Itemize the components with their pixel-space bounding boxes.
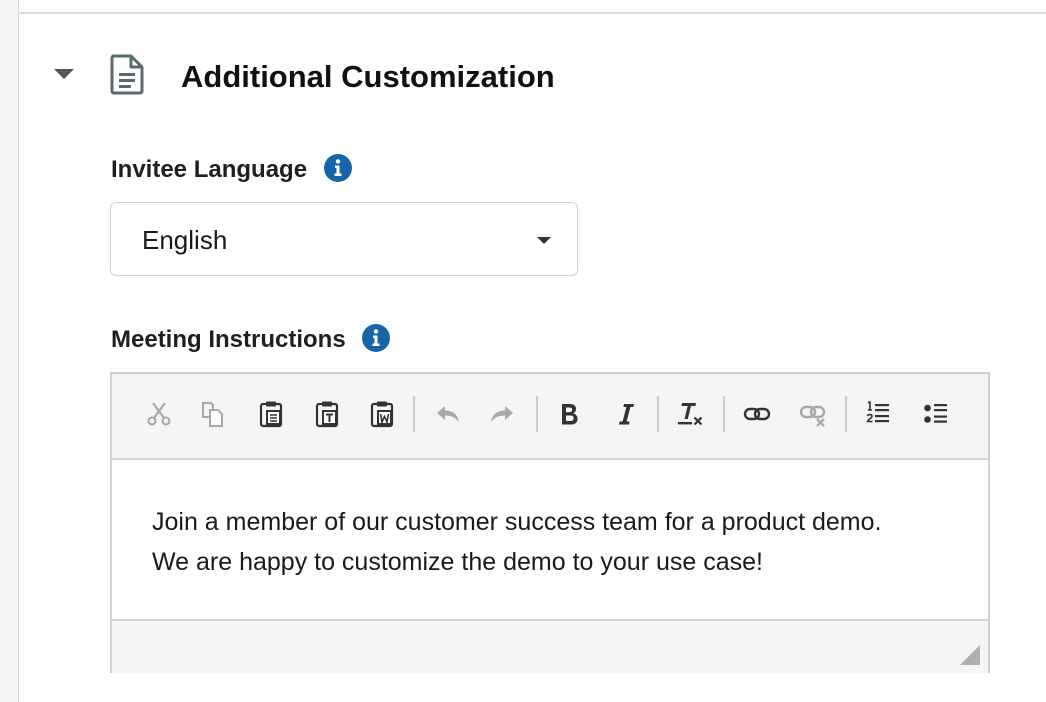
editor-toolbar <box>112 374 988 460</box>
bold-icon <box>562 404 578 425</box>
info-icon[interactable] <box>362 324 390 352</box>
toolbar-separator <box>657 396 659 432</box>
redo-button[interactable] <box>484 396 520 432</box>
resize-handle[interactable] <box>960 645 980 665</box>
toolbar-separator <box>845 396 847 432</box>
scissors-icon <box>147 402 171 426</box>
redo-icon <box>491 406 513 422</box>
copy-icon <box>202 402 223 427</box>
paste-word-button[interactable] <box>364 396 400 432</box>
bold-button[interactable] <box>551 396 587 432</box>
cut-button[interactable] <box>141 396 177 432</box>
copy-button[interactable] <box>194 396 230 432</box>
undo-button[interactable] <box>430 396 466 432</box>
content-line: We are happy to customize the demo to yo… <box>152 548 763 576</box>
editor-content[interactable]: Join a member of our customer success te… <box>152 502 952 582</box>
italic-button[interactable] <box>608 396 644 432</box>
paste-button[interactable] <box>253 396 289 432</box>
meeting-instructions-label: Meeting Instructions <box>111 326 346 353</box>
remove-format-icon <box>678 403 703 426</box>
toolbar-separator <box>723 396 725 432</box>
paste-text-button[interactable] <box>309 396 345 432</box>
collapse-toggle[interactable] <box>53 68 75 80</box>
document-icon <box>110 54 144 95</box>
numbered-list-icon <box>866 400 889 423</box>
section-divider <box>18 12 1046 14</box>
editor-statusbar <box>112 619 988 673</box>
rich-text-editor[interactable]: Join a member of our customer success te… <box>110 372 990 673</box>
unlink-icon <box>799 405 826 427</box>
italic-icon <box>619 404 634 425</box>
paste-word-icon <box>370 401 394 428</box>
toolbar-separator <box>413 396 415 432</box>
invitee-language-select[interactable]: English <box>110 202 578 276</box>
section-title: Additional Customization <box>181 59 555 94</box>
invitee-language-value: English <box>142 225 228 255</box>
bulleted-list-button[interactable] <box>918 396 954 432</box>
remove-format-button[interactable] <box>672 396 708 432</box>
link-icon <box>743 407 771 421</box>
content-line: Join a member of our customer success te… <box>152 508 882 536</box>
chevron-down-icon <box>537 237 551 244</box>
paste-text-icon <box>315 401 339 428</box>
bulleted-list-icon <box>924 404 947 423</box>
paste-icon <box>259 401 283 428</box>
numbered-list-button[interactable] <box>860 396 896 432</box>
caret-down-icon <box>54 69 74 79</box>
toolbar-separator <box>536 396 538 432</box>
undo-icon <box>437 406 459 422</box>
unlink-button[interactable] <box>795 396 831 432</box>
link-button[interactable] <box>739 396 775 432</box>
info-icon[interactable] <box>324 154 352 182</box>
invitee-language-label: Invitee Language <box>111 156 308 183</box>
